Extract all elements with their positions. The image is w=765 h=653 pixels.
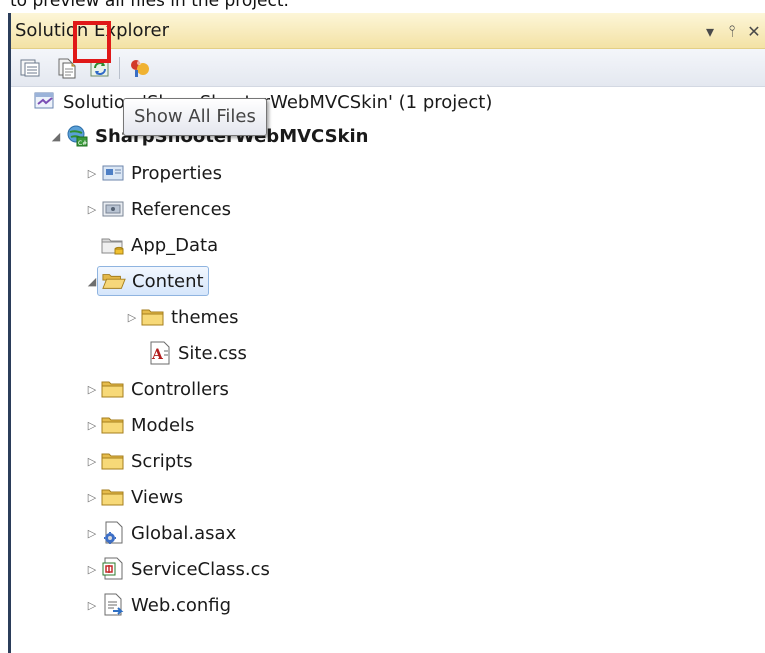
tree-item-themes[interactable]: ▷ themes: [123, 302, 239, 332]
tree-item-label: Views: [131, 486, 184, 508]
collapsed-triangle-icon[interactable]: ▷: [83, 590, 101, 620]
selection-highlight: Content: [97, 266, 209, 296]
show-all-files-icon[interactable]: [54, 55, 80, 81]
folder-icon: [101, 377, 125, 401]
tree-item-label: ServiceClass.cs: [131, 558, 270, 580]
tree-item-scripts[interactable]: ▷ Scripts: [83, 446, 193, 476]
tree-item-models[interactable]: ▷ Models: [83, 410, 195, 440]
open-folder-icon: [102, 269, 126, 293]
collapsed-triangle-icon[interactable]: ▷: [83, 518, 101, 548]
asax-file-icon: [101, 521, 125, 545]
page-caption: to preview all files in the project.: [10, 0, 289, 11]
collapsed-triangle-icon[interactable]: ▷: [123, 302, 141, 332]
tree-item-label: Models: [131, 414, 195, 436]
folder-icon: [101, 449, 125, 473]
css-file-icon: A: [148, 341, 172, 365]
web-project-icon: C#: [65, 124, 89, 148]
properties-icon[interactable]: [17, 55, 43, 81]
collapsed-triangle-icon[interactable]: ▷: [83, 410, 101, 440]
folder-icon: [141, 305, 165, 329]
tree-item-references[interactable]: ▷ References: [83, 194, 231, 224]
tree-item-app-data[interactable]: App_Data: [101, 230, 218, 260]
refresh-icon[interactable]: [87, 55, 113, 81]
collapsed-triangle-icon[interactable]: ▷: [83, 158, 101, 188]
tree-item-label: References: [131, 198, 232, 220]
tree-item-label: App_Data: [131, 234, 219, 256]
panel-titlebar: Solution Explorer ▾ ⫯ ✕: [11, 13, 765, 49]
collapsed-triangle-icon[interactable]: ▷: [83, 374, 101, 404]
tree-item-label: Web.config: [131, 594, 232, 616]
class-view-icon[interactable]: [127, 55, 153, 81]
folder-icon: [101, 413, 125, 437]
collapsed-triangle-icon[interactable]: ▷: [83, 194, 101, 224]
panel-toolbar: [11, 49, 765, 87]
collapsed-triangle-icon[interactable]: ▷: [83, 554, 101, 584]
tree-item-serviceclass-cs[interactable]: ▷ ServiceClass.cs: [83, 554, 270, 584]
tree-item-content[interactable]: ◢ Content: [83, 266, 209, 296]
config-file-icon: [101, 593, 125, 617]
tree-item-web-config[interactable]: ▷ Web.config: [83, 590, 231, 620]
expanded-triangle-icon[interactable]: ◢: [47, 121, 65, 151]
svg-text:A: A: [151, 347, 164, 363]
references-icon: [101, 197, 125, 221]
solution-icon: [33, 90, 57, 114]
pin-icon[interactable]: ⫯: [721, 19, 743, 43]
tree-item-label: themes: [171, 306, 239, 328]
collapsed-triangle-icon[interactable]: ▷: [83, 446, 101, 476]
tree-item-label: Properties: [131, 162, 222, 184]
toolbar-separator: [119, 57, 120, 79]
tree-item-global-asax[interactable]: ▷ Global.asax: [83, 518, 236, 548]
tree-item-label: Scripts: [131, 450, 193, 472]
tree-item-properties[interactable]: ▷ Properties: [83, 158, 222, 188]
svg-text:C#: C#: [78, 140, 87, 147]
tree-item-site-css[interactable]: A Site.css: [148, 338, 247, 368]
dropdown-arrow-icon[interactable]: ▾: [699, 19, 721, 43]
tree-item-label: Controllers: [131, 378, 229, 400]
folder-icon: [101, 485, 125, 509]
tree-item-controllers[interactable]: ▷ Controllers: [83, 374, 229, 404]
solution-explorer-panel: Solution Explorer ▾ ⫯ ✕ Solution 'SharpS…: [8, 13, 765, 653]
panel-title: Solution Explorer: [15, 20, 169, 41]
app-data-folder-icon: [101, 233, 125, 257]
show-all-files-tooltip: Show All Files: [123, 98, 267, 136]
tree-item-label: Global.asax: [131, 522, 237, 544]
panel-window-controls: ▾ ⫯ ✕: [699, 18, 765, 44]
tree-item-label: Site.css: [178, 342, 247, 364]
cs-file-icon: [101, 557, 125, 581]
close-icon[interactable]: ✕: [743, 19, 765, 43]
properties-folder-icon: [101, 161, 125, 185]
tree-item-label: Content: [132, 270, 204, 292]
tree-item-views[interactable]: ▷ Views: [83, 482, 183, 512]
collapsed-triangle-icon[interactable]: ▷: [83, 482, 101, 512]
